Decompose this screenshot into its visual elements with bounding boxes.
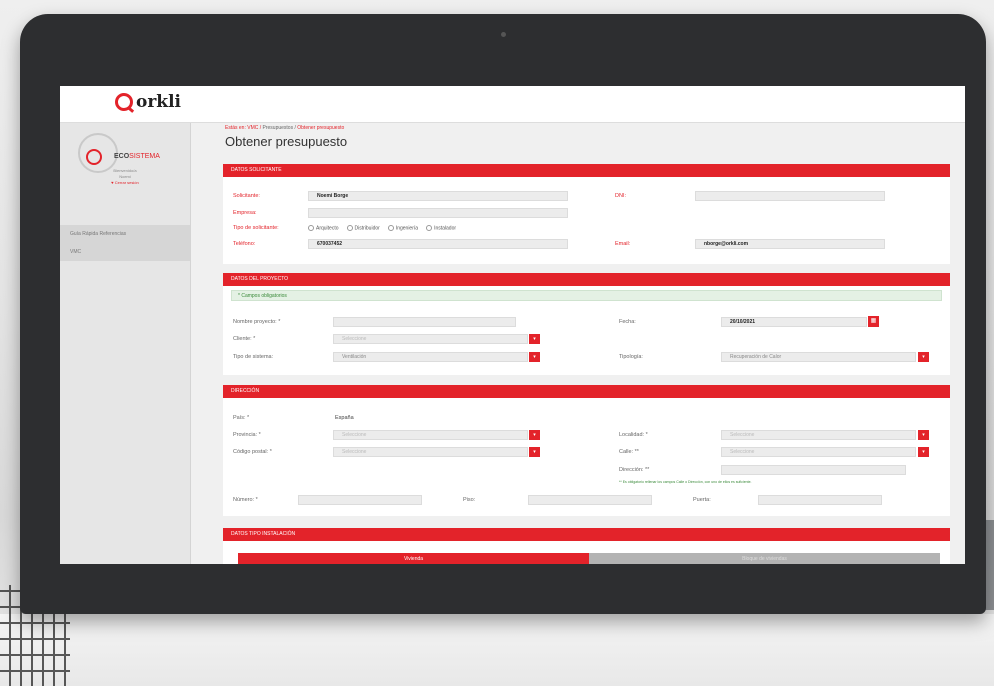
breadcrumb-current: Obtener presupuesto: [297, 125, 345, 131]
section-direccion: DIRECCIÓN País: * España Provincia: * Se…: [223, 385, 950, 516]
radio-ingenieria[interactable]: Ingeniería: [387, 225, 419, 232]
sidebar: ECOSISTEMA Bienvenido/a Noemi ♥ Cerrar s…: [60, 123, 191, 564]
section-instalacion: DATOS TIPO INSTALACIÓN Vivienda Bloque d…: [223, 528, 950, 564]
eco-label: ECOSISTEMA: [114, 153, 160, 160]
radio-distribuidor[interactable]: Distribuidor: [346, 225, 380, 232]
numero-field[interactable]: [298, 495, 422, 505]
page-title: Obtener presupuesto: [225, 134, 348, 149]
orkli-logo-mark-icon: [115, 93, 133, 111]
eco-title: ECO: [114, 153, 130, 160]
email-label: Email:: [615, 241, 631, 247]
provincia-label: Provincia: *: [233, 432, 261, 438]
tipo-sistema-label: Tipo de sistema:: [233, 354, 274, 360]
chevron-down-icon[interactable]: ▾: [529, 447, 540, 457]
calendar-icon[interactable]: ▦: [868, 316, 879, 327]
instalacion-tabs: Vivienda Bloque de viviendas: [238, 553, 940, 564]
tipo-solicitante-radios: Arquitecto Distribuidor Ingeniería Insta…: [308, 225, 456, 231]
top-bar: orkli: [60, 86, 965, 123]
numero-label: Número: *: [233, 497, 258, 503]
monitor: orkli ECOSISTEMA Bienvenido/a Noemi ♥ Ce…: [20, 14, 986, 614]
solicitante-label: Solicitante:: [233, 193, 260, 199]
section-proyecto: DATOS DEL PROYECTO * Campos obligatorios…: [223, 273, 950, 375]
radio-icon: [426, 225, 433, 231]
sidebar-item-guia[interactable]: Guía Rápida Referencias: [60, 225, 190, 243]
empresa-label: Empresa:: [233, 210, 257, 216]
fecha-field[interactable]: 20/10/2021: [721, 317, 867, 327]
orkli-logo[interactable]: orkli: [115, 92, 181, 112]
puerta-field[interactable]: [758, 495, 882, 505]
direccion-field[interactable]: [721, 465, 906, 475]
nombre-proyecto-field[interactable]: [333, 317, 516, 327]
radio-icon: [387, 225, 394, 231]
logo-text: orkli: [136, 92, 181, 112]
calle-label: Calle: **: [619, 449, 639, 455]
desk-surface: [0, 614, 994, 686]
tipo-sistema-select[interactable]: Ventilación: [333, 352, 528, 362]
codigo-postal-label: Código postal: *: [233, 449, 272, 455]
radio-arquitecto[interactable]: Arquitecto: [308, 225, 339, 231]
cliente-label: Cliente: *: [233, 336, 256, 342]
radio-label: Ingeniería: [395, 225, 419, 232]
email-field[interactable]: nborge@orkli.com: [695, 239, 885, 249]
dni-field[interactable]: [695, 191, 885, 201]
tab-bloque-viviendas[interactable]: Bloque de viviendas: [589, 553, 940, 564]
piso-label: Piso:: [463, 497, 476, 503]
tipologia-select[interactable]: Recuperación de Calor: [721, 352, 916, 362]
radio-label: Instalador: [434, 225, 457, 232]
tipologia-label: Tipología:: [619, 354, 643, 360]
telefono-field[interactable]: 670037452: [308, 239, 568, 249]
cliente-select[interactable]: Seleccione: [333, 334, 528, 344]
chevron-down-icon[interactable]: ▾: [529, 430, 540, 440]
puerta-label: Puerta:: [693, 497, 711, 503]
tab-vivienda[interactable]: Vivienda: [238, 553, 589, 564]
radio-instalador[interactable]: Instalador: [426, 225, 456, 231]
fecha-label: Fecha:: [619, 319, 636, 325]
section-header: DATOS DEL PROYECTO: [223, 273, 950, 286]
calle-select[interactable]: Seleccione: [721, 447, 916, 457]
close-session-link[interactable]: ♥ Cerrar sesión: [60, 180, 190, 186]
chevron-down-icon[interactable]: ▾: [918, 352, 929, 362]
piso-field[interactable]: [528, 495, 652, 505]
chevron-down-icon[interactable]: ▾: [918, 430, 929, 440]
chevron-down-icon[interactable]: ▾: [918, 447, 929, 457]
radio-label: Distribuidor: [354, 225, 380, 232]
localidad-select[interactable]: Seleccione: [721, 430, 916, 440]
radio-label: Arquitecto: [316, 225, 339, 232]
radio-icon: [346, 225, 353, 231]
pais-label: País: *: [233, 415, 250, 421]
provincia-select[interactable]: Seleccione: [333, 430, 528, 440]
radio-icon: [308, 225, 314, 231]
localidad-label: Localidad: *: [619, 432, 648, 438]
camera-dot: [501, 32, 506, 37]
required-note: * Campos obligatorios: [231, 290, 942, 301]
breadcrumb-prefix[interactable]: Estás en: VMC /: [225, 125, 261, 131]
eco-node-icon: [86, 149, 102, 165]
direccion-note: ** Es obligatorio rellenar los campos Ca…: [619, 480, 752, 484]
direccion-label: Dirección: **: [619, 467, 650, 473]
breadcrumb-middle[interactable]: Presupuestos /: [263, 125, 296, 131]
section-header: DATOS TIPO INSTALACIÓN: [223, 528, 950, 541]
tipo-solicitante-label: Tipo de solicitante:: [233, 225, 279, 231]
codigo-postal-select[interactable]: Seleccione: [333, 447, 528, 457]
chevron-down-icon[interactable]: ▾: [529, 334, 540, 344]
chevron-down-icon[interactable]: ▾: [529, 352, 540, 362]
pais-value: España: [335, 415, 354, 421]
section-solicitante: DATOS SOLICITANTE Solicitante: Noemi Bor…: [223, 164, 950, 264]
solicitante-field[interactable]: Noemi Borge: [308, 191, 568, 201]
dni-label: DNI:: [615, 193, 626, 199]
telefono-label: Teléfono:: [233, 241, 256, 247]
section-header: DIRECCIÓN: [223, 385, 950, 398]
welcome-block: Bienvenido/a Noemi ♥ Cerrar sesión: [60, 168, 190, 186]
eco-subtitle: SISTEMA: [129, 153, 160, 160]
screen: orkli ECOSISTEMA Bienvenido/a Noemi ♥ Ce…: [60, 86, 965, 564]
empresa-field[interactable]: [308, 208, 568, 218]
nombre-proyecto-label: Nombre proyecto: *: [233, 319, 281, 325]
breadcrumb: Estás en: VMC / Presupuestos / Obtener p…: [225, 125, 344, 131]
section-header: DATOS SOLICITANTE: [223, 164, 950, 177]
sidebar-item-vmc[interactable]: VMC: [60, 243, 190, 261]
